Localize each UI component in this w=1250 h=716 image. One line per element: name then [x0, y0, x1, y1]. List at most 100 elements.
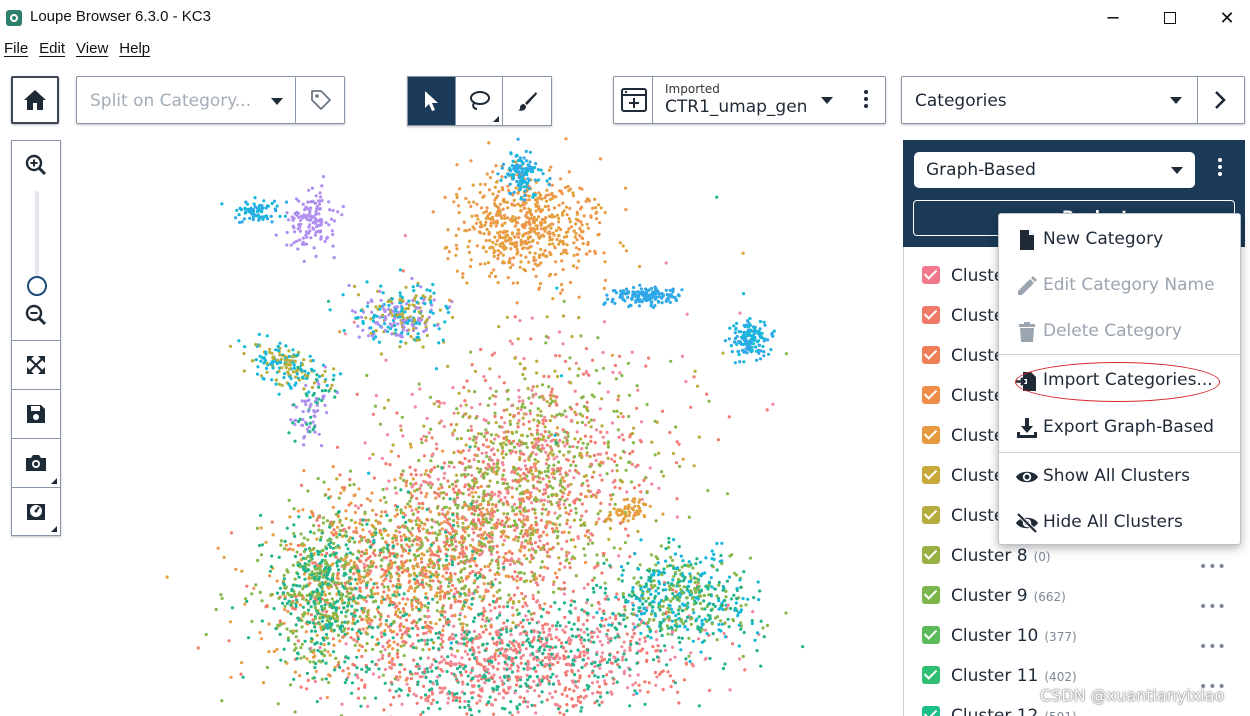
cell-point: [453, 490, 457, 494]
cell-point: [547, 434, 552, 438]
chevron-right-icon[interactable]: [1210, 89, 1230, 111]
loupe-app-icon: [6, 10, 22, 26]
cell-point: [165, 575, 169, 579]
cell-point: [462, 637, 466, 641]
cell-point: [306, 554, 310, 558]
cell-point: [483, 675, 487, 679]
cell-point: [313, 625, 317, 629]
cell-point: [282, 573, 286, 577]
fit-to-view-icon[interactable]: [24, 353, 48, 377]
cell-point: [623, 541, 628, 545]
cell-point: [344, 530, 348, 534]
projection-selector[interactable]: Imported CTR1_umap_gen: [613, 76, 886, 124]
cell-point: [387, 562, 391, 566]
cell-point: [567, 530, 571, 535]
cell-point: [517, 612, 521, 616]
cell-point: [509, 700, 513, 704]
cell-point: [505, 663, 509, 667]
cell-point: [453, 572, 457, 576]
cell-point: [438, 597, 442, 601]
cell-point: [196, 646, 200, 650]
cell-point: [534, 452, 538, 456]
projection-more-icon[interactable]: [864, 90, 868, 108]
cell-point: [315, 537, 319, 541]
cell-point: [700, 628, 704, 632]
menu-help[interactable]: Help: [115, 38, 157, 62]
cell-point: [339, 556, 343, 561]
menu-edit[interactable]: Edit: [35, 38, 72, 62]
cell-point: [440, 589, 444, 593]
cell-point: [631, 441, 636, 445]
cell-point: [414, 694, 418, 698]
cell-point: [652, 618, 656, 622]
cell-point: [493, 437, 497, 441]
lasso-tool-button[interactable]: [456, 77, 504, 125]
cell-point: [348, 483, 352, 487]
cell-point: [518, 456, 522, 460]
cell-point: [533, 688, 537, 693]
gauge-icon[interactable]: [24, 499, 48, 523]
cell-point: [523, 506, 527, 510]
cell-point: [545, 610, 549, 614]
cell-point: [525, 678, 530, 682]
cell-point: [484, 647, 488, 651]
minimize-button[interactable]: ─: [1090, 0, 1136, 36]
cell-point: [292, 507, 296, 511]
cell-point: [357, 648, 361, 653]
cell-point: [495, 685, 499, 689]
cell-point: [455, 496, 459, 500]
split-on-category-dropdown[interactable]: Split on Category...: [76, 76, 345, 124]
cell-point: [645, 658, 649, 662]
cell-point: [424, 536, 428, 540]
cell-point: [365, 522, 369, 526]
home-button[interactable]: [11, 76, 59, 124]
cell-point: [408, 670, 412, 674]
cell-point: [512, 502, 517, 506]
cell-point: [524, 614, 528, 618]
categories-dropdown[interactable]: Categories: [901, 76, 1245, 124]
cell-point: [454, 698, 458, 703]
zoom-in-icon[interactable]: [24, 153, 48, 177]
cell-point: [488, 479, 492, 483]
brush-tool-button[interactable]: [503, 77, 551, 125]
cell-point: [345, 580, 349, 584]
menu-view[interactable]: View: [72, 38, 115, 62]
cell-point: [544, 525, 548, 529]
cell-point: [414, 664, 418, 669]
cell-point: [454, 539, 458, 543]
cell-point: [496, 566, 500, 570]
zoom-slider-track[interactable]: [35, 191, 39, 281]
maximize-button[interactable]: [1147, 0, 1193, 36]
cell-point: [522, 667, 526, 671]
cell-point: [336, 633, 341, 637]
cell-point: [518, 632, 522, 636]
save-icon[interactable]: [24, 402, 48, 426]
cell-point: [557, 568, 561, 572]
cell-point: [536, 663, 540, 667]
cell-point: [514, 640, 518, 644]
cell-point: [660, 470, 664, 474]
zoom-slider-handle[interactable]: [27, 276, 47, 296]
cell-point: [479, 541, 484, 545]
umap-scatter-plot[interactable]: [70, 135, 890, 716]
cell-point: [391, 540, 395, 544]
cell-point: [595, 627, 599, 631]
cell-point: [631, 607, 635, 611]
cell-point: [499, 523, 504, 527]
cell-point: [467, 605, 471, 609]
tag-icon[interactable]: [310, 89, 332, 111]
zoom-out-icon[interactable]: [24, 303, 48, 327]
pointer-tool-button[interactable]: [408, 77, 456, 125]
menu-file[interactable]: File: [0, 38, 35, 62]
cell-point: [493, 657, 497, 662]
cell-point: [482, 489, 486, 493]
close-button[interactable]: ✕: [1204, 0, 1250, 36]
cell-point: [617, 621, 621, 625]
cell-point: [459, 461, 463, 465]
cell-point: [472, 505, 476, 509]
camera-icon[interactable]: [24, 451, 48, 475]
cell-point: [446, 364, 450, 368]
cell-point: [326, 563, 330, 567]
cell-point: [531, 593, 535, 597]
cell-point: [384, 619, 389, 623]
